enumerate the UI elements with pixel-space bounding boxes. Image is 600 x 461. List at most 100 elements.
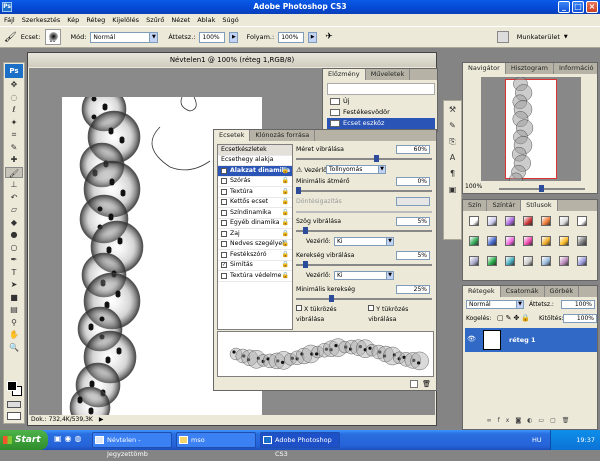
checkbox[interactable]: [221, 188, 227, 195]
style-swatch[interactable]: [541, 236, 551, 246]
brush-option-item[interactable]: Szórás 🔒: [218, 176, 292, 187]
eraser-tool-icon[interactable]: ▱: [5, 204, 23, 216]
brush-tool-icon[interactable]: 🖌: [4, 32, 17, 43]
new-preset-icon[interactable]: [410, 380, 418, 388]
navigator-zoom-slider[interactable]: [499, 185, 585, 192]
lock-icon[interactable]: 🔒: [282, 166, 289, 176]
min-roundness-value[interactable]: 25%: [396, 285, 430, 294]
style-swatch[interactable]: [487, 256, 497, 266]
style-swatch[interactable]: [487, 216, 497, 226]
history-brush-tool-icon[interactable]: ↶: [5, 192, 23, 204]
blur-tool-icon[interactable]: ●: [5, 229, 23, 241]
layer-comps-icon[interactable]: ▣: [445, 183, 460, 197]
zoom-tool-icon[interactable]: 🔍: [5, 342, 23, 354]
checkbox[interactable]: ✓: [221, 262, 227, 269]
clone-stamp-tool-icon[interactable]: ⊥: [5, 179, 23, 191]
workspace-label[interactable]: Munkaterület: [517, 33, 560, 41]
screen-mode-icon[interactable]: [7, 412, 21, 420]
control2-select[interactable]: Ki ▼: [334, 237, 394, 246]
roundness-jitter-slider[interactable]: [296, 261, 432, 268]
style-swatch[interactable]: [469, 236, 479, 246]
min-diameter-slider[interactable]: [296, 187, 432, 194]
style-swatch[interactable]: [469, 256, 479, 266]
style-swatch[interactable]: [523, 256, 533, 266]
tab-layers[interactable]: Rétegek: [463, 286, 501, 297]
brush-option-item[interactable]: ✓ Simítás 🔒: [218, 261, 292, 271]
history-item[interactable]: Ecset eszköz: [327, 118, 435, 129]
flip-x-checkbox[interactable]: X tükrözés vibrálása: [296, 305, 360, 323]
airbrush-icon[interactable]: ✈: [325, 32, 333, 42]
brush-option-item[interactable]: Textúra védelme 🔒: [218, 271, 292, 282]
style-swatch[interactable]: [559, 256, 569, 266]
menu-filter[interactable]: Szűrő: [146, 16, 164, 24]
size-jitter-slider[interactable]: [296, 155, 432, 162]
style-swatch[interactable]: [541, 216, 551, 226]
size-jitter-value[interactable]: 60%: [396, 145, 430, 154]
angle-jitter-value[interactable]: 5%: [396, 217, 430, 226]
tool-presets-icon[interactable]: ⚒: [445, 103, 460, 117]
tab-brushes[interactable]: Ecsetek: [214, 130, 251, 141]
menu-layer[interactable]: Réteg: [86, 16, 105, 24]
menu-image[interactable]: Kép: [67, 16, 79, 24]
eye-icon[interactable]: 👁: [467, 335, 476, 343]
min-roundness-thumb[interactable]: [329, 295, 334, 302]
lock-icon[interactable]: 🔒: [282, 176, 289, 186]
language-indicator[interactable]: HU: [532, 436, 542, 444]
brush-option-item[interactable]: Festékszóró 🔒: [218, 250, 292, 261]
checkbox[interactable]: [221, 199, 227, 206]
shape-tool-icon[interactable]: ■: [5, 292, 23, 304]
minimize-button[interactable]: _: [558, 1, 570, 13]
brush-option-item[interactable]: Textúra 🔒: [218, 187, 292, 198]
checkbox[interactable]: [221, 272, 227, 279]
style-swatch[interactable]: [469, 216, 479, 226]
blend-mode-select[interactable]: Normál ▼: [466, 300, 524, 309]
brush-preset-picker[interactable]: 95: [44, 29, 61, 45]
lock-icon[interactable]: 🔒: [282, 218, 289, 228]
lock-icon[interactable]: 🔒: [282, 239, 289, 249]
style-swatch[interactable]: [505, 256, 515, 266]
navigator-zoom-value[interactable]: 100%: [465, 183, 482, 190]
style-swatch[interactable]: [559, 236, 569, 246]
checkbox[interactable]: [221, 241, 227, 248]
close-button[interactable]: ×: [586, 1, 598, 13]
fx-icon[interactable]: fx: [498, 417, 516, 424]
type-tool-icon[interactable]: T: [5, 267, 23, 279]
quick-mask-icon[interactable]: [7, 401, 21, 408]
mask-icon[interactable]: ◙: [515, 417, 527, 424]
delete-icon[interactable]: 🗑: [422, 380, 431, 388]
palette-well[interactable]: [496, 31, 509, 43]
tab-swatches[interactable]: Színtár: [487, 200, 522, 211]
menu-window[interactable]: Ablak: [197, 16, 215, 24]
style-swatch[interactable]: [487, 236, 497, 246]
tab-curves[interactable]: Görbék: [545, 286, 580, 297]
healing-brush-tool-icon[interactable]: ✚: [5, 154, 23, 166]
history-item[interactable]: Festékesvödör: [327, 107, 435, 118]
brush-option-item[interactable]: Zaj 🔒: [218, 229, 292, 240]
checkbox[interactable]: ✓: [221, 167, 227, 174]
tab-clone-source[interactable]: Klónozás forrása: [250, 130, 316, 141]
lock-icon[interactable]: 🔒: [282, 229, 289, 239]
paragraph-icon[interactable]: ¶: [445, 167, 460, 181]
size-jitter-thumb[interactable]: [374, 155, 379, 162]
style-swatch[interactable]: [577, 256, 587, 266]
style-swatch[interactable]: [577, 236, 587, 246]
brush-presets-item[interactable]: Ecsetkészletek: [218, 145, 292, 156]
menu-edit[interactable]: Szerkesztés: [22, 16, 60, 24]
magic-wand-tool-icon[interactable]: ✦: [5, 117, 23, 129]
maximize-button[interactable]: □: [572, 1, 584, 13]
menu-file[interactable]: Fájl: [4, 16, 15, 24]
angle-jitter-slider[interactable]: [296, 227, 432, 234]
path-selection-tool-icon[interactable]: ➤: [5, 279, 23, 291]
dodge-tool-icon[interactable]: ○: [5, 242, 23, 254]
min-roundness-slider[interactable]: [296, 295, 432, 302]
style-swatch[interactable]: [505, 236, 515, 246]
flow-field[interactable]: 100%: [278, 31, 305, 43]
paint-bucket-tool-icon[interactable]: ◆: [5, 217, 23, 229]
flip-y-checkbox[interactable]: Y tükrözés vibrálása: [368, 305, 432, 323]
folder-icon[interactable]: ▭: [538, 417, 550, 424]
hand-tool-icon[interactable]: ✋: [5, 329, 23, 341]
delete-layer-icon[interactable]: 🗑: [562, 417, 576, 424]
crop-tool-icon[interactable]: ⌗: [5, 129, 23, 141]
lock-icon[interactable]: 🔒: [282, 271, 289, 281]
adjustment-icon[interactable]: ◐: [527, 417, 538, 424]
